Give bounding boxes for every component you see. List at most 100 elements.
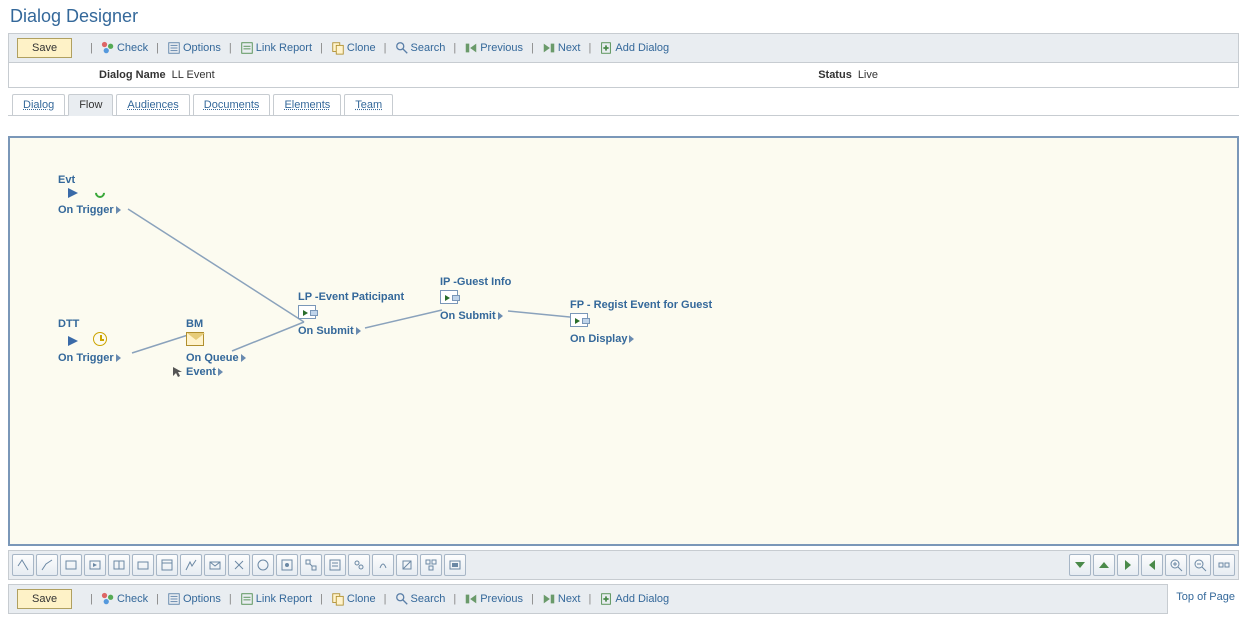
flow-icon-toolbar xyxy=(8,550,1239,580)
separator: | xyxy=(453,42,456,54)
page-icon xyxy=(298,305,316,319)
options-link[interactable]: Options xyxy=(167,41,221,55)
tab-documents[interactable]: Documents xyxy=(193,94,271,115)
search-link-bottom[interactable]: Search xyxy=(395,592,446,606)
next-link-bottom[interactable]: Next xyxy=(542,592,581,606)
tab-elements[interactable]: Elements xyxy=(273,94,341,115)
tool-btn-2[interactable] xyxy=(36,554,58,576)
separator: | xyxy=(156,42,159,54)
tool-btn-6[interactable] xyxy=(132,554,154,576)
tool-btn-4[interactable] xyxy=(84,554,106,576)
clone-icon xyxy=(331,41,345,55)
separator: | xyxy=(320,593,323,605)
previous-icon xyxy=(464,592,478,606)
fit-button[interactable] xyxy=(1213,554,1235,576)
separator: | xyxy=(320,42,323,54)
clock-icon xyxy=(93,332,107,346)
tab-audiences[interactable]: Audiences xyxy=(116,94,189,115)
separator: | xyxy=(453,593,456,605)
clone-link[interactable]: Clone xyxy=(331,41,376,55)
separator: | xyxy=(589,593,592,605)
separator: | xyxy=(90,593,93,605)
bottom-toolbar: Save | Check | Options | Link Report | C… xyxy=(8,584,1168,614)
previous-link-bottom[interactable]: Previous xyxy=(464,592,523,606)
tool-btn-9[interactable] xyxy=(204,554,226,576)
save-button-bottom[interactable]: Save xyxy=(17,589,72,609)
info-bar: Dialog Name LL Event Status Live xyxy=(8,63,1239,88)
separator: | xyxy=(156,593,159,605)
add-dialog-icon xyxy=(599,592,613,606)
node-title: Evt xyxy=(58,173,121,187)
tool-btn-1[interactable] xyxy=(12,554,34,576)
dialog-name-value: LL Event xyxy=(172,69,215,81)
node-port: On Display xyxy=(570,332,712,346)
tool-btn-10[interactable] xyxy=(228,554,250,576)
link-report-icon xyxy=(240,41,254,55)
status-value: Live xyxy=(858,69,878,81)
node-ip[interactable]: IP -Guest Info On Submit xyxy=(440,275,511,323)
scroll-right-button[interactable] xyxy=(1117,554,1139,576)
tool-btn-13[interactable] xyxy=(300,554,322,576)
previous-link[interactable]: Previous xyxy=(464,41,523,55)
tool-btn-5[interactable] xyxy=(108,554,130,576)
flow-canvas[interactable]: Evt On Trigger DTT On Trigger BM On Queu… xyxy=(8,136,1239,546)
check-icon xyxy=(101,592,115,606)
top-of-page-link[interactable]: Top of Page xyxy=(1176,591,1235,603)
save-button[interactable]: Save xyxy=(17,38,72,58)
scroll-left-button[interactable] xyxy=(1141,554,1163,576)
check-link[interactable]: Check xyxy=(101,41,148,55)
tab-team[interactable]: Team xyxy=(344,94,393,115)
tab-flow[interactable]: Flow xyxy=(68,94,113,116)
options-icon xyxy=(167,592,181,606)
tool-btn-19[interactable] xyxy=(444,554,466,576)
tool-btn-18[interactable] xyxy=(420,554,442,576)
tool-btn-7[interactable] xyxy=(156,554,178,576)
tool-btn-14[interactable] xyxy=(324,554,346,576)
search-icon xyxy=(395,592,409,606)
node-evt[interactable]: Evt On Trigger xyxy=(58,173,121,217)
check-icon xyxy=(101,41,115,55)
zoom-in-button[interactable] xyxy=(1165,554,1187,576)
node-port: On Submit xyxy=(440,309,511,323)
separator: | xyxy=(229,593,232,605)
clone-icon xyxy=(331,592,345,606)
zoom-out-button[interactable] xyxy=(1189,554,1211,576)
tool-btn-15[interactable] xyxy=(348,554,370,576)
add-dialog-link[interactable]: Add Dialog xyxy=(599,41,669,55)
link-report-link-bottom[interactable]: Link Report xyxy=(240,592,312,606)
tab-dialog[interactable]: Dialog xyxy=(12,94,65,115)
check-link-bottom[interactable]: Check xyxy=(101,592,148,606)
link-report-link[interactable]: Link Report xyxy=(240,41,312,55)
page-icon xyxy=(570,313,588,327)
node-bm[interactable]: BM On Queue Event xyxy=(186,317,246,379)
tool-btn-17[interactable] xyxy=(396,554,418,576)
cursor-icon xyxy=(172,366,184,378)
node-lp[interactable]: LP -Event Paticipant On Submit xyxy=(298,290,404,338)
node-port: Event xyxy=(172,365,246,379)
add-dialog-icon xyxy=(599,41,613,55)
add-dialog-link-bottom[interactable]: Add Dialog xyxy=(599,592,669,606)
node-dtt[interactable]: DTT On Trigger xyxy=(58,317,121,365)
node-port: On Trigger xyxy=(58,203,121,217)
clone-link-bottom[interactable]: Clone xyxy=(331,592,376,606)
tool-btn-3[interactable] xyxy=(60,554,82,576)
node-title: LP -Event Paticipant xyxy=(298,290,404,304)
scroll-down-button[interactable] xyxy=(1069,554,1091,576)
tool-btn-11[interactable] xyxy=(252,554,274,576)
page-title: Dialog Designer xyxy=(0,0,1247,33)
options-link-bottom[interactable]: Options xyxy=(167,592,221,606)
refresh-icon xyxy=(93,186,107,200)
node-fp[interactable]: FP - Regist Event for Guest On Display xyxy=(570,298,712,346)
next-link[interactable]: Next xyxy=(542,41,581,55)
node-title: DTT xyxy=(58,317,121,331)
separator: | xyxy=(531,593,534,605)
node-title: FP - Regist Event for Guest xyxy=(570,298,712,312)
scroll-up-button[interactable] xyxy=(1093,554,1115,576)
tool-btn-16[interactable] xyxy=(372,554,394,576)
search-link[interactable]: Search xyxy=(395,41,446,55)
tool-btn-12[interactable] xyxy=(276,554,298,576)
tool-btn-8[interactable] xyxy=(180,554,202,576)
mail-icon xyxy=(186,332,204,346)
next-icon xyxy=(542,592,556,606)
trigger-arrow-icon xyxy=(68,336,78,346)
